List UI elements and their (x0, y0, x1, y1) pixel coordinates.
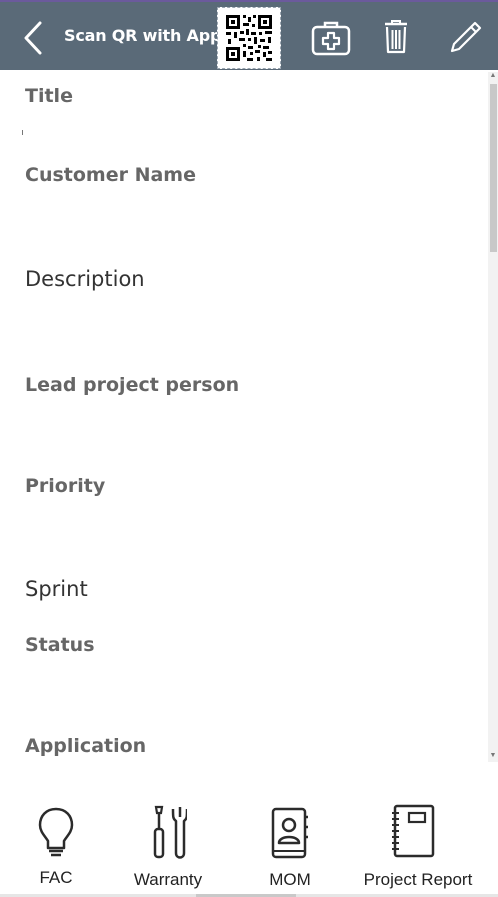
nav-item-warranty[interactable]: Warranty (128, 802, 208, 894)
form-content[interactable]: Title Customer Name Description Lead pro… (0, 70, 498, 762)
field-label-description: Description (25, 267, 145, 291)
contact-book-icon (271, 807, 308, 859)
field-label-lead-project-person: Lead project person (25, 374, 240, 396)
edit-button[interactable] (450, 21, 482, 58)
field-label-sprint: Sprint (25, 577, 88, 601)
field-label-status: Status (25, 634, 95, 656)
medical-kit-icon (311, 21, 351, 56)
text-cursor (22, 130, 23, 135)
scroll-down-arrow-icon[interactable]: ▼ (489, 752, 497, 760)
trash-icon (385, 20, 407, 54)
qr-code-icon (226, 15, 272, 61)
nav-label-project-report: Project Report (363, 870, 473, 889)
field-label-customer-name: Customer Name (25, 164, 196, 186)
qr-code-button[interactable] (217, 7, 281, 69)
field-label-application: Application (25, 735, 147, 757)
scroll-up-arrow-icon[interactable]: ▲ (489, 72, 497, 80)
vertical-scrollbar[interactable]: ▲ ▼ (488, 72, 498, 762)
tools-icon (153, 805, 187, 859)
lightbulb-icon (38, 807, 74, 857)
notebook-icon (392, 804, 435, 858)
back-button[interactable] (20, 19, 46, 57)
page-title: Scan QR with App (64, 26, 222, 45)
bottom-nav: FAC Warranty MOM Project Report (0, 762, 498, 897)
nav-item-mom[interactable]: MOM (252, 802, 328, 894)
app-header: Scan QR with App (0, 0, 498, 70)
medical-kit-button[interactable] (311, 20, 351, 61)
nav-label-fac: FAC (39, 868, 73, 887)
pencil-icon (450, 21, 482, 53)
nav-label-mom: MOM (269, 870, 311, 889)
field-label-priority: Priority (25, 475, 106, 497)
nav-item-project-report[interactable]: Project Report (362, 802, 474, 894)
field-label-title: Title (25, 85, 73, 107)
back-chevron-icon (24, 21, 42, 55)
delete-button[interactable] (384, 19, 408, 60)
nav-item-fac[interactable]: FAC (20, 802, 92, 892)
nav-label-warranty: Warranty (133, 870, 203, 889)
scrollbar-thumb[interactable] (490, 84, 497, 252)
